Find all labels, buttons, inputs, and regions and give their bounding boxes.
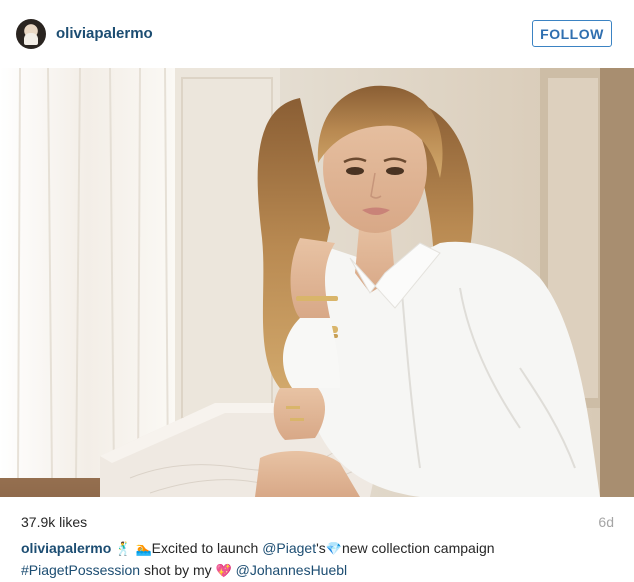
caption-username[interactable]: oliviapalermo [21,540,111,556]
caption-text-5: shot by my [143,562,216,578]
likes-count[interactable]: 37.9k likes [21,514,87,530]
avatar[interactable] [16,19,46,49]
post-age: 6d [598,514,614,530]
gem-emoji-icon: 💎 [325,542,342,557]
heart-emoji-icon: 💖 [215,564,232,579]
hashtag-piaget-possession[interactable]: #PiagetPossession [21,562,144,578]
caption-text-2: 's [316,540,326,556]
header-username[interactable]: oliviapalermo [56,25,153,42]
mention-piaget[interactable]: @Piaget [262,540,316,556]
follow-button[interactable]: FOLLOW [532,20,612,47]
post-caption: oliviapalermo 🕺 🏊Excited to launch @Piag… [21,538,621,582]
caption-text-1: Excited to launch [151,540,263,556]
post-image[interactable] [0,68,634,497]
caption-text-3: new collection campaign [341,540,495,556]
post-footer: 37.9k likes 6d oliviapalermo 🕺 🏊Excited … [0,497,634,579]
dancing-swimming-emoji-icon: 🕺 🏊 [115,542,152,557]
mention-johanneshuebl[interactable]: @JohannesHuebl [236,562,348,578]
post-header: oliviapalermo FOLLOW [0,0,634,68]
